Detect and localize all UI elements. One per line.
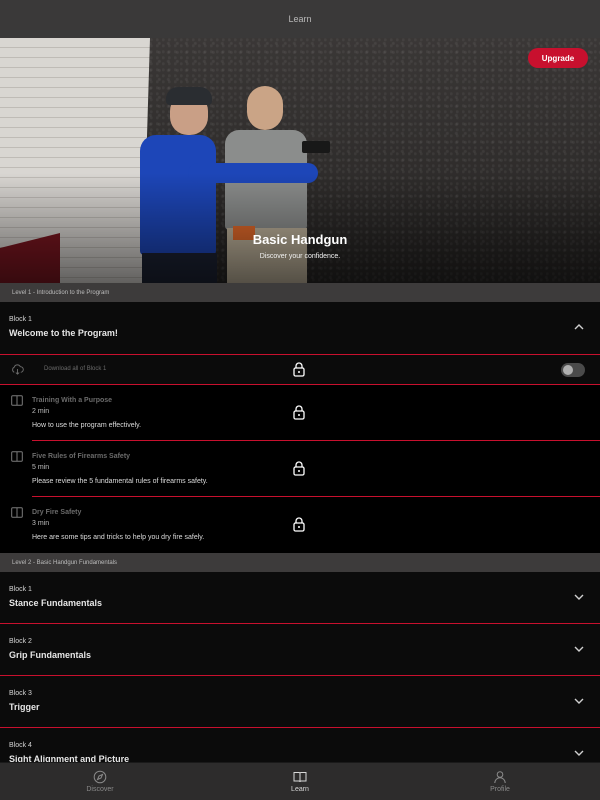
- upgrade-button[interactable]: Upgrade: [528, 48, 588, 68]
- hero-shade: [0, 173, 600, 283]
- page-title: Learn: [288, 14, 312, 24]
- course-heading: Basic Handgun Discover your confidence.: [0, 232, 600, 260]
- chevron-down-icon[interactable]: [574, 644, 584, 654]
- block-title: Stance Fundamentals: [9, 598, 103, 608]
- lesson-title: Training With a Purpose: [32, 397, 113, 404]
- download-toggle[interactable]: [561, 363, 585, 377]
- chevron-down-icon[interactable]: [574, 748, 584, 758]
- book-icon: [11, 395, 23, 406]
- block-number: Block 2: [9, 638, 32, 645]
- level-header: Level 1 - Introduction to the Program: [0, 283, 600, 302]
- lesson-item[interactable]: Dry Fire Safety 3 min Here are some tips…: [0, 497, 600, 553]
- lesson-item[interactable]: Training With a Purpose 2 min How to use…: [0, 385, 600, 441]
- block-title: Trigger: [9, 702, 40, 712]
- course-title: Basic Handgun: [252, 232, 348, 247]
- chevron-up-icon[interactable]: [574, 322, 584, 332]
- block-title: Welcome to the Program!: [9, 328, 118, 338]
- course-subtitle: Discover your confidence.: [259, 253, 341, 260]
- lock-icon: [293, 517, 305, 532]
- block-welcome[interactable]: Block 1 Welcome to the Program!: [0, 302, 600, 354]
- block-item[interactable]: Block 3 Trigger: [0, 676, 600, 728]
- block-number: Block 3: [9, 690, 32, 697]
- lesson-description: Please review the 5 fundamental rules of…: [32, 478, 208, 485]
- top-bar: Learn: [0, 0, 600, 38]
- block-item[interactable]: Block 2 Grip Fundamentals: [0, 624, 600, 676]
- nav-label: Discover: [86, 786, 114, 793]
- lesson-description: How to use the program effectively.: [32, 422, 142, 429]
- cloud-download-icon[interactable]: [11, 363, 24, 376]
- chevron-down-icon[interactable]: [574, 592, 584, 602]
- nav-learn[interactable]: Learn: [200, 763, 400, 800]
- lock-icon: [293, 461, 305, 476]
- book-icon: [11, 451, 23, 462]
- toggle-knob: [563, 365, 573, 375]
- lesson-title: Five Rules of Firearms Safety: [32, 453, 131, 460]
- compass-icon: [93, 770, 107, 784]
- hero-handgun: [302, 141, 330, 153]
- block-number: Block 1: [9, 586, 32, 593]
- lock-icon: [293, 405, 305, 420]
- download-block-row: Download all of Block 1: [0, 354, 600, 385]
- lesson-item[interactable]: Five Rules of Firearms Safety 5 min Plea…: [0, 441, 600, 497]
- nav-label: Profile: [490, 786, 510, 793]
- level-header: Level 2 - Basic Handgun Fundamentals: [0, 553, 600, 572]
- block-number: Block 1: [9, 316, 32, 323]
- chevron-down-icon[interactable]: [574, 696, 584, 706]
- block-item[interactable]: Block 1 Stance Fundamentals: [0, 572, 600, 624]
- download-label: Download all of Block 1: [44, 366, 107, 372]
- book-icon: [11, 507, 23, 518]
- block-number: Block 4: [9, 742, 32, 749]
- lock-icon: [293, 362, 305, 377]
- lesson-duration: 3 min: [32, 520, 50, 527]
- book-icon: [293, 772, 307, 783]
- nav-label: Learn: [291, 786, 309, 793]
- lesson-duration: 2 min: [32, 408, 50, 415]
- lesson-description: Here are some tips and tricks to help yo…: [32, 534, 205, 541]
- block-title: Grip Fundamentals: [9, 650, 92, 660]
- nav-discover[interactable]: Discover: [0, 763, 200, 800]
- lesson-title: Dry Fire Safety: [32, 509, 82, 516]
- nav-profile[interactable]: Profile: [400, 763, 600, 800]
- lesson-duration: 5 min: [32, 464, 50, 471]
- bottom-nav: Discover Learn Profile: [0, 762, 600, 800]
- user-icon: [494, 771, 506, 784]
